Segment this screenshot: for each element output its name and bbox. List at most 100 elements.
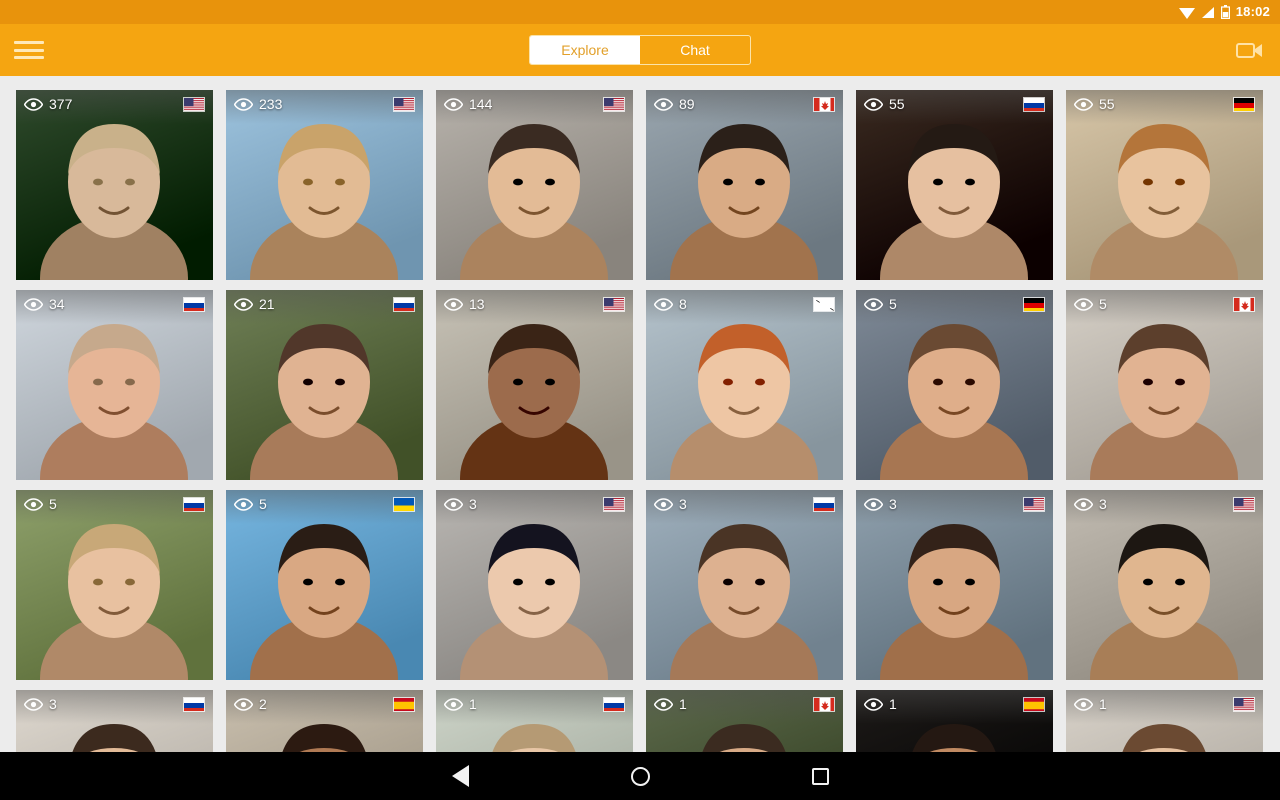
wifi-icon: [1178, 6, 1195, 19]
profile-photo: [646, 90, 843, 280]
view-count-badge: 2: [234, 696, 267, 712]
status-bar-clock: 18:02: [1235, 4, 1270, 19]
back-button[interactable]: [370, 752, 550, 800]
tab-switcher: Explore Chat: [529, 35, 751, 65]
flag-ru: [183, 497, 205, 512]
status-bar: 18:02: [0, 0, 1280, 24]
flag-us: [603, 97, 625, 112]
profile-card[interactable]: 3: [1066, 490, 1263, 680]
profile-photo: [16, 90, 213, 280]
profile-card[interactable]: 8: [646, 290, 843, 480]
battery-icon: [1220, 5, 1230, 19]
profile-card[interactable]: 3: [16, 690, 213, 752]
profile-card[interactable]: 55: [1066, 90, 1263, 280]
eye-icon: [864, 497, 883, 511]
view-count-value: 21: [259, 296, 275, 312]
tab-chat[interactable]: Chat: [640, 36, 750, 64]
profile-photo: [1066, 290, 1263, 480]
view-count-value: 8: [679, 296, 687, 312]
profile-card[interactable]: 1: [856, 690, 1053, 752]
profile-photo: [646, 290, 843, 480]
eye-icon: [444, 697, 463, 711]
video-camera-icon[interactable]: [1234, 38, 1266, 62]
profile-photo: [436, 290, 633, 480]
flag-ru: [1023, 97, 1045, 112]
flag-kr: [813, 297, 835, 312]
view-count-value: 3: [469, 496, 477, 512]
tab-explore[interactable]: Explore: [530, 36, 640, 64]
flag-ru: [183, 697, 205, 712]
view-count-value: 55: [1099, 96, 1115, 112]
flag-us: [1233, 697, 1255, 712]
profile-photo: [436, 490, 633, 680]
profile-card[interactable]: 5: [226, 490, 423, 680]
profile-photo: [856, 90, 1053, 280]
profile-card[interactable]: 3: [856, 490, 1053, 680]
view-count-badge: 8: [654, 296, 687, 312]
eye-icon: [864, 297, 883, 311]
eye-icon: [24, 97, 43, 111]
profile-card[interactable]: 1: [646, 690, 843, 752]
profile-card[interactable]: 89: [646, 90, 843, 280]
view-count-value: 34: [49, 296, 65, 312]
profile-card[interactable]: 55: [856, 90, 1053, 280]
eye-icon: [864, 697, 883, 711]
flag-us: [393, 97, 415, 112]
view-count-value: 89: [679, 96, 695, 112]
view-count-value: 1: [889, 696, 897, 712]
profile-card[interactable]: 21: [226, 290, 423, 480]
profile-card[interactable]: 377: [16, 90, 213, 280]
profile-photo: [16, 490, 213, 680]
flag-ru: [813, 497, 835, 512]
profile-photo: [1066, 490, 1263, 680]
profile-grid: 377 233 144 89 55 55 34 21 13 8 5 5 5 5 …: [0, 76, 1280, 752]
eye-icon: [1074, 697, 1093, 711]
view-count-value: 377: [49, 96, 73, 112]
view-count-badge: 377: [24, 96, 72, 112]
hamburger-menu-icon[interactable]: [14, 39, 44, 61]
view-count-badge: 89: [654, 96, 695, 112]
view-count-badge: 3: [1074, 496, 1107, 512]
app-root: 18:02 Explore Chat 377 233 144 89 55 55 …: [0, 0, 1280, 800]
eye-icon: [654, 497, 673, 511]
view-count-badge: 55: [864, 96, 905, 112]
profile-card[interactable]: 144: [436, 90, 633, 280]
triangle-back-icon: [451, 765, 469, 787]
recents-button[interactable]: [730, 752, 910, 800]
eye-icon: [444, 297, 463, 311]
view-count-badge: 13: [444, 296, 485, 312]
home-button[interactable]: [550, 752, 730, 800]
profile-card[interactable]: 3: [646, 490, 843, 680]
flag-ca: [813, 97, 835, 112]
profile-card[interactable]: 5: [1066, 290, 1263, 480]
profile-card[interactable]: 2: [226, 690, 423, 752]
view-count-value: 5: [1099, 296, 1107, 312]
profile-card[interactable]: 233: [226, 90, 423, 280]
eye-icon: [444, 497, 463, 511]
eye-icon: [234, 697, 253, 711]
view-count-value: 3: [679, 496, 687, 512]
profile-card[interactable]: 34: [16, 290, 213, 480]
app-toolbar: Explore Chat: [0, 24, 1280, 76]
view-count-badge: 3: [864, 496, 897, 512]
eye-icon: [24, 297, 43, 311]
explore-grid-container[interactable]: 377 233 144 89 55 55 34 21 13 8 5 5 5 5 …: [0, 76, 1280, 752]
profile-photo: [856, 490, 1053, 680]
profile-card[interactable]: 1: [1066, 690, 1263, 752]
eye-icon: [234, 97, 253, 111]
profile-card[interactable]: 5: [856, 290, 1053, 480]
view-count-badge: 5: [24, 496, 57, 512]
view-count-badge: 5: [234, 496, 267, 512]
flag-de: [1233, 97, 1255, 112]
eye-icon: [654, 97, 673, 111]
flag-ua: [393, 497, 415, 512]
flag-ca: [1233, 297, 1255, 312]
profile-card[interactable]: 1: [436, 690, 633, 752]
profile-card[interactable]: 5: [16, 490, 213, 680]
view-count-badge: 144: [444, 96, 492, 112]
eye-icon: [1074, 497, 1093, 511]
profile-card[interactable]: 13: [436, 290, 633, 480]
profile-card[interactable]: 3: [436, 490, 633, 680]
view-count-value: 5: [259, 496, 267, 512]
profile-photo: [16, 290, 213, 480]
